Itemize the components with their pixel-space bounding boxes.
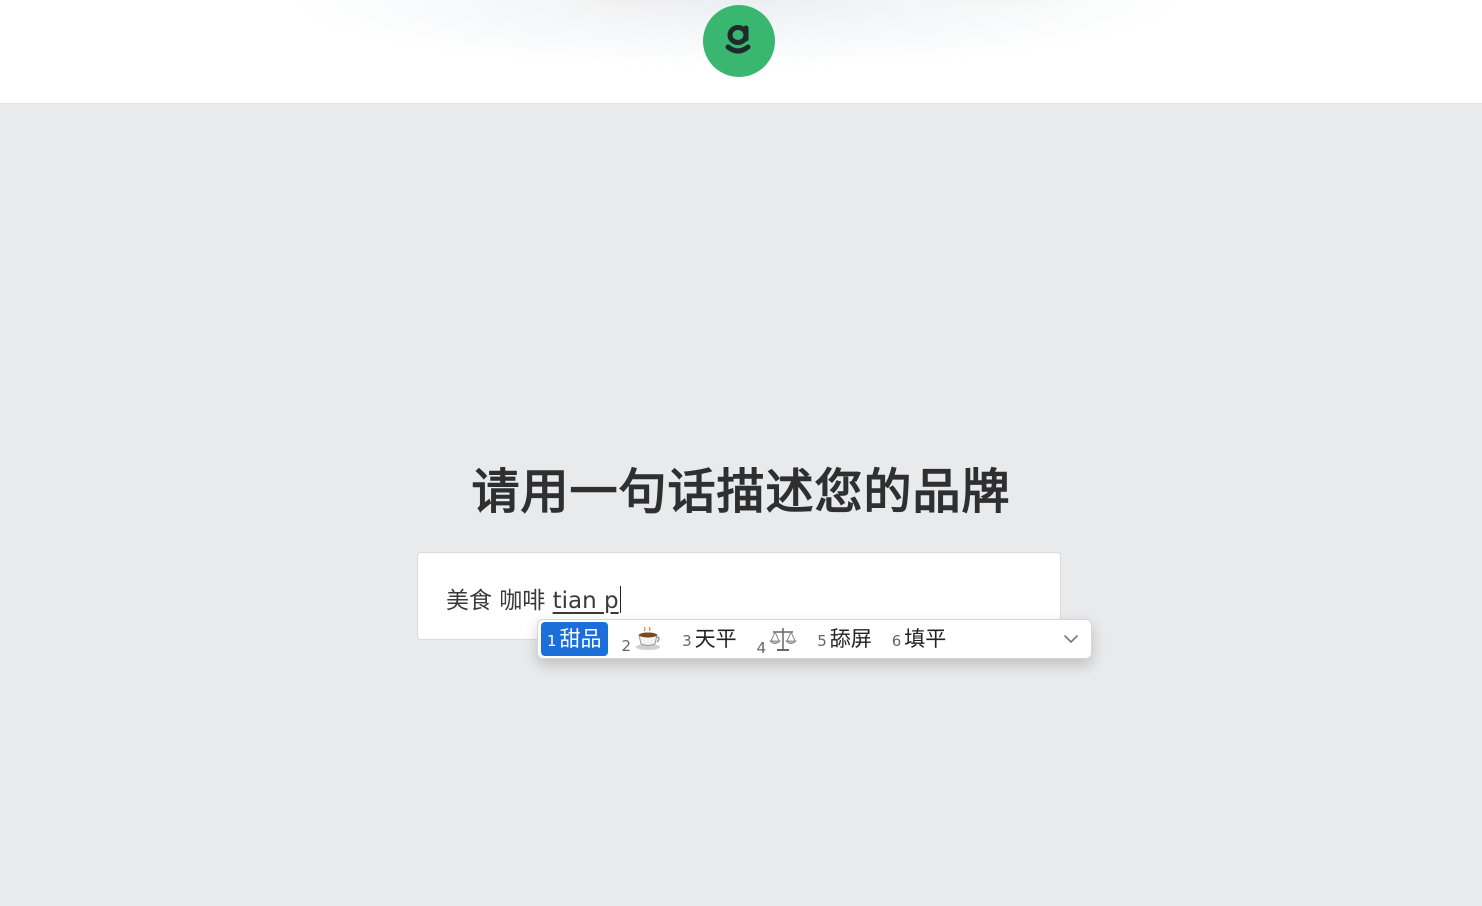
candidate-number: 5 bbox=[817, 632, 827, 650]
ime-candidate-2[interactable]: 2 bbox=[616, 622, 669, 656]
candidate-number: 4 bbox=[756, 639, 767, 657]
g-logo-icon[interactable] bbox=[703, 5, 775, 77]
coffee-cup-icon bbox=[634, 622, 662, 656]
ime-candidate-5[interactable]: 5 舔屏 bbox=[811, 622, 878, 656]
candidate-number: 6 bbox=[891, 632, 902, 650]
header bbox=[0, 0, 1482, 104]
candidate-text: 填平 bbox=[904, 627, 947, 651]
candidate-text: 天平 bbox=[694, 627, 737, 651]
candidate-number: 2 bbox=[621, 637, 632, 655]
composing-text: tian p bbox=[552, 588, 619, 614]
text-caret bbox=[619, 586, 621, 613]
chevron-down-icon[interactable] bbox=[1063, 631, 1079, 647]
candidate-text: 舔屏 bbox=[829, 627, 872, 651]
input-value[interactable]: 美食 咖啡 tian p bbox=[446, 581, 621, 615]
ime-candidate-3[interactable]: 3 天平 bbox=[676, 622, 743, 656]
ime-candidate-4[interactable]: 4 bbox=[751, 622, 804, 657]
ime-candidate-window: 1 甜品 2 3 天平 4 5 舔屏 6 填平 bbox=[537, 619, 1092, 659]
ime-candidate-1[interactable]: 1 甜品 bbox=[541, 622, 608, 656]
candidate-number: 1 bbox=[547, 632, 557, 650]
committed-text: 美食 咖啡 bbox=[446, 588, 553, 614]
candidate-text: 甜品 bbox=[559, 627, 602, 651]
ime-candidate-6[interactable]: 6 填平 bbox=[886, 622, 953, 656]
page-title: 请用一句话描述您的品牌 bbox=[471, 464, 1011, 520]
candidate-number: 3 bbox=[682, 632, 692, 650]
scales-icon bbox=[769, 622, 798, 656]
